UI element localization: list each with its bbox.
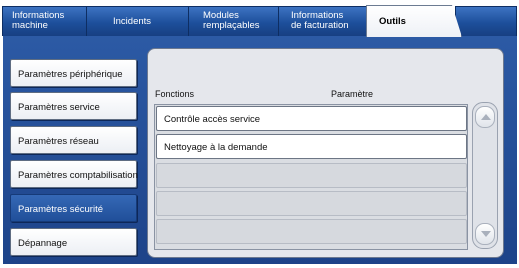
list-scrollbar[interactable]: [472, 102, 498, 249]
chevron-down-icon: [481, 231, 491, 237]
tab-label-line2: de facturation: [291, 20, 349, 31]
chevron-up-icon: [481, 114, 491, 120]
tab-incidents[interactable]: Incidents: [86, 6, 198, 36]
menu-item-label: Paramètres service: [18, 102, 100, 113]
settings-menu: Paramètres périphérique Paramètres servi…: [3, 36, 143, 264]
menu-item-security-settings[interactable]: Paramètres sécurité: [10, 194, 137, 222]
menu-item-service-settings[interactable]: Paramètres service: [10, 92, 137, 120]
row-function-label: Nettoyage à la demande: [164, 142, 268, 153]
scroll-down-button[interactable]: [475, 223, 495, 245]
menu-item-label: Paramètres comptabilisation: [18, 170, 138, 181]
list-item-empty: [156, 219, 467, 244]
scroll-up-button[interactable]: [475, 106, 495, 128]
menu-item-label: Paramètres périphérique: [18, 69, 123, 80]
tab-label-line2: remplaçables: [203, 20, 260, 31]
tab-billing-info[interactable]: Informations de facturation: [278, 6, 378, 36]
column-header-functions: Fonctions: [155, 89, 195, 99]
row-function-label: Contrôle accès service: [164, 114, 261, 125]
tab-tools[interactable]: Outils: [366, 5, 462, 37]
menu-item-network-settings[interactable]: Paramètres réseau: [10, 126, 137, 154]
menu-item-device-settings[interactable]: Paramètres périphérique: [10, 59, 137, 87]
tab-bar-filler: [455, 6, 517, 36]
list-item-empty: [156, 163, 467, 188]
menu-item-label: Dépannage: [18, 238, 68, 249]
list-item-service-access-control[interactable]: Contrôle accès service: [156, 106, 467, 131]
menu-item-label: Paramètres réseau: [18, 136, 99, 147]
column-header-setting: Paramètre: [331, 89, 374, 99]
tab-replaceable-modules[interactable]: Modules remplaçables: [188, 6, 292, 36]
tab-label: Outils: [379, 16, 406, 27]
menu-item-label: Paramètres sécurité: [18, 204, 104, 215]
menu-item-troubleshooting[interactable]: Dépannage: [10, 228, 137, 256]
list-item-cleaning-on-demand[interactable]: Nettoyage à la demande: [156, 134, 467, 159]
list-item-empty: [156, 191, 467, 216]
tab-label: Incidents: [113, 16, 152, 27]
menu-item-accounting-settings[interactable]: Paramètres comptabilisation: [10, 160, 138, 188]
